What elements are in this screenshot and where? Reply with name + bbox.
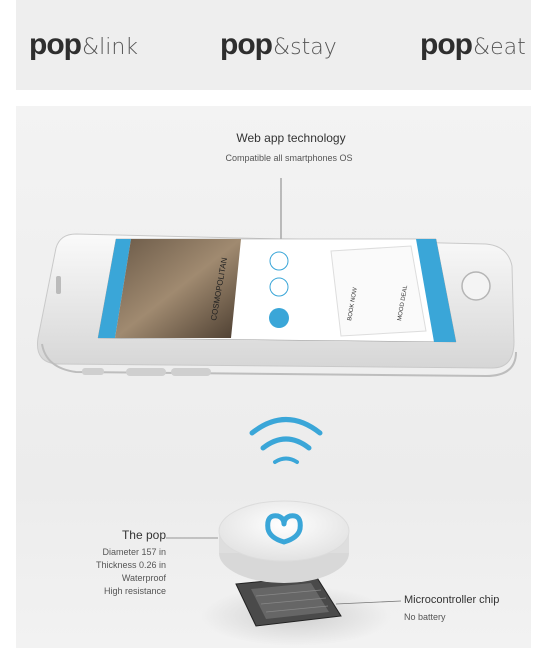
smartphone-image: BOOK NOW MOOD DEAL COSMOPOLITAN bbox=[36, 233, 517, 378]
brand-header: pop &link pop &stay pop &eat bbox=[16, 0, 531, 90]
wireless-signal-icon bbox=[249, 417, 323, 464]
pop-spec-resistance: High resistance bbox=[103, 586, 166, 596]
logo-suffix: &stay bbox=[272, 35, 337, 60]
logo-brand: pop bbox=[220, 28, 273, 61]
pop-spec-diameter: Diameter 157 in bbox=[102, 547, 166, 557]
logo-brand: pop bbox=[29, 28, 82, 61]
logo-suffix: &link bbox=[81, 35, 139, 60]
technology-title: Web app technology bbox=[236, 131, 346, 145]
pop-spec-waterproof: Waterproof bbox=[121, 573, 166, 583]
pop-eat-logo[interactable]: pop &eat bbox=[420, 28, 526, 62]
pop-specs: Diameter 157 in Thickness 0.26 in Waterp… bbox=[46, 546, 166, 598]
pop-device-image bbox=[218, 500, 350, 583]
pop-title: The pop bbox=[121, 528, 166, 542]
chip-title: Microcontroller chip bbox=[404, 594, 500, 606]
logo-suffix: &eat bbox=[472, 35, 526, 60]
technology-subtitle: Compatible all smartphones OS bbox=[225, 153, 353, 163]
pop-link-logo[interactable]: pop &link bbox=[29, 28, 138, 62]
pop-stay-logo[interactable]: pop &stay bbox=[220, 28, 337, 62]
logo-brand: pop bbox=[420, 28, 473, 61]
chip-subtitle: No battery bbox=[404, 612, 446, 622]
pop-spec-thickness: Thickness 0.26 in bbox=[95, 560, 166, 570]
product-illustration: BOOK NOW MOOD DEAL COSMOPOLITAN Web app … bbox=[16, 106, 531, 648]
